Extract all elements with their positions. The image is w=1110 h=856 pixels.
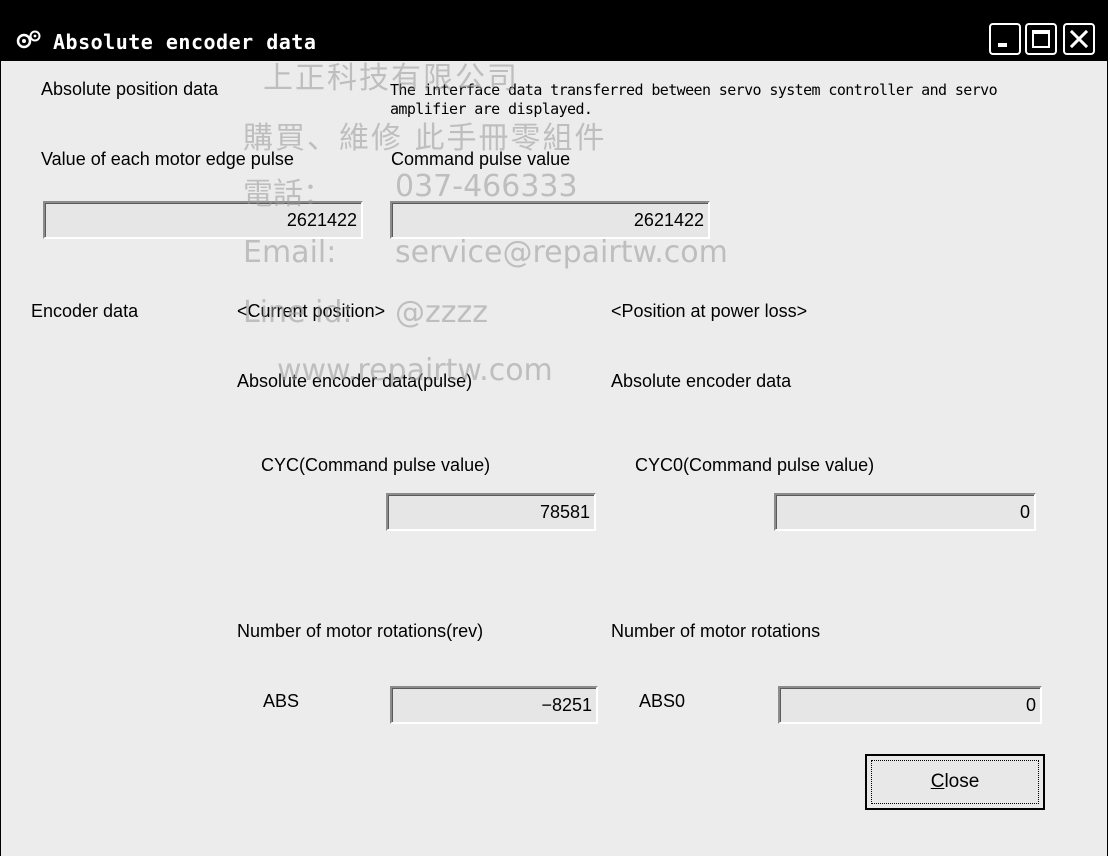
command-pulse-label: Command pulse value (391, 149, 571, 169)
abs0-field[interactable]: 0 (778, 686, 1042, 724)
abs0-label: ABS0 (639, 691, 686, 711)
minimize-icon (998, 43, 1007, 47)
close-button[interactable]: Close (865, 754, 1045, 810)
power-loss-encoder-data-label: Absolute encoder data (611, 371, 792, 391)
maximize-icon (1032, 30, 1050, 48)
maximize-button[interactable] (1025, 23, 1057, 55)
dialog-window: Absolute encoder data Absolute position … (0, 0, 1108, 856)
interface-note-line2: amplifier are displayed. (390, 100, 593, 118)
watermark-line-id: @zzzz (395, 295, 488, 330)
current-encoder-data-label: Absolute encoder data(pulse) (237, 371, 473, 391)
interface-note-line1: The interface data transferred between s… (390, 81, 998, 99)
close-window-button[interactable] (1063, 23, 1095, 55)
cyc0-field[interactable]: 0 (774, 493, 1036, 531)
motor-edge-pulse-field[interactable]: 2621422 (43, 201, 363, 239)
cyc0-label: CYC0(Command pulse value) (635, 455, 875, 475)
motor-rotations-label: Number of motor rotations(rev) (237, 621, 484, 641)
abs-label: ABS (263, 691, 300, 711)
cyc-label: CYC(Command pulse value) (261, 455, 491, 475)
window-title: Absolute encoder data (53, 30, 317, 54)
motor-rotations0-label: Number of motor rotations (611, 621, 821, 641)
command-pulse-field[interactable]: 2621422 (390, 201, 710, 239)
absolute-position-label: Absolute position data (41, 79, 219, 99)
cyc-field[interactable]: 78581 (386, 493, 596, 531)
watermark-email: service@repairtw.com (395, 235, 728, 270)
motor-edge-pulse-label: Value of each motor edge pulse (41, 149, 294, 169)
app-gear-icon (15, 29, 43, 51)
encoder-data-label: Encoder data (31, 301, 139, 321)
watermark-email-label: Email: (243, 235, 337, 270)
abs-field[interactable]: −8251 (390, 686, 598, 724)
power-loss-position-header: <Position at power loss> (611, 301, 808, 321)
close-icon (1069, 29, 1089, 49)
title-bar[interactable]: Absolute encoder data (1, 1, 1107, 61)
current-position-header: <Current position> (237, 301, 386, 321)
minimize-button[interactable] (989, 23, 1021, 55)
close-button-label: Close (930, 771, 980, 792)
watermark-phone: 037-466333 (395, 169, 578, 204)
